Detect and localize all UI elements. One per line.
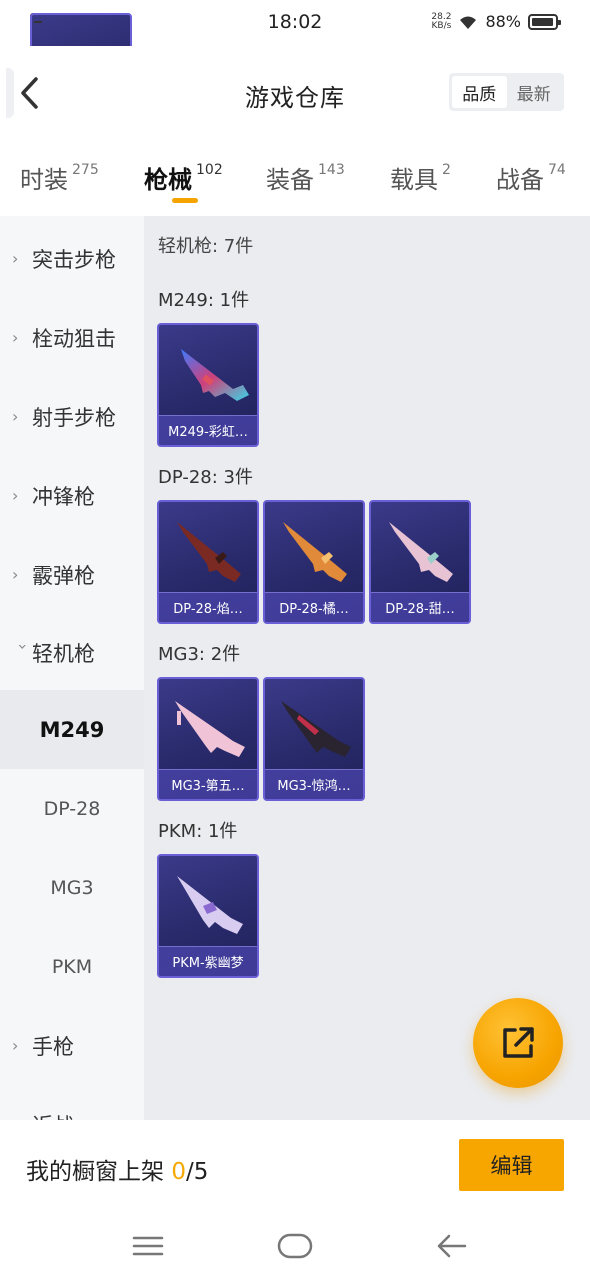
tab-count: 143 xyxy=(318,162,345,178)
tab-count: 275 xyxy=(72,162,99,178)
sidebar-item-pistol[interactable]: › 手枪 xyxy=(0,1006,144,1085)
group-title-m249: M249: 1件 xyxy=(158,290,250,311)
sidebar-item-bolt-sniper[interactable]: › 栓动狙击 xyxy=(0,298,144,377)
home-button[interactable] xyxy=(275,1230,315,1262)
sidebar-item-label: 近战 xyxy=(32,1110,74,1121)
tab-label: 载具 xyxy=(390,166,438,194)
tab-count: 74 xyxy=(548,162,566,178)
battery-icon xyxy=(528,13,561,30)
skin-card-label: PKM-紫幽梦 xyxy=(159,946,257,976)
group-title-pkm: PKM: 1件 xyxy=(158,821,238,842)
skin-card-label: M249-彩虹… xyxy=(159,415,257,445)
tab-equipment[interactable]: 装备 143 xyxy=(266,160,345,195)
status-bar: 18:02 28.2 KB/s 88% xyxy=(0,0,590,137)
skin-card[interactable]: DP-28-焰… xyxy=(157,500,259,624)
showcase-count: 0 xyxy=(171,1159,186,1185)
skin-card[interactable]: M249-彩虹… xyxy=(157,323,259,447)
showcase-total: /5 xyxy=(185,1159,209,1185)
chevron-right-icon: › xyxy=(12,328,19,347)
share-button[interactable] xyxy=(473,998,563,1088)
wifi-icon xyxy=(458,14,478,30)
sidebar-subitem-mg3[interactable]: MG3 xyxy=(0,848,144,927)
showcase-status: 我的橱窗上架 0/5 xyxy=(26,1152,208,1186)
menu-icon xyxy=(132,1236,164,1256)
pkm-skin-image xyxy=(177,876,243,934)
back-icon xyxy=(437,1234,467,1258)
share-external-icon xyxy=(503,1027,534,1058)
menu-button[interactable] xyxy=(128,1230,168,1262)
sort-toggle: 品质 最新 xyxy=(449,73,564,111)
system-navigation-bar xyxy=(0,1212,590,1280)
sidebar-subitem-m249[interactable]: M249 xyxy=(0,690,144,769)
tab-label: 时装 xyxy=(20,166,68,194)
chevron-down-icon: › xyxy=(13,643,33,650)
dp28-skin-image xyxy=(283,522,347,582)
battery-percent: 88% xyxy=(485,12,521,31)
sidebar-item-label: 栓动狙击 xyxy=(32,326,116,351)
tab-label: 战备 xyxy=(496,166,544,194)
sidebar-item-smg[interactable]: › 冲锋枪 xyxy=(0,456,144,535)
group-title-dp28: DP-28: 3件 xyxy=(158,467,253,488)
sort-quality-option[interactable]: 品质 xyxy=(452,76,507,108)
weapon-list: 轻机枪: 7件 M249: 1件 M249-彩虹… DP-28: 3件 DP-2… xyxy=(144,216,590,1120)
home-icon xyxy=(277,1233,313,1259)
sidebar-item-label: 轻机枪 xyxy=(32,641,95,666)
sidebar-subitem-pkm[interactable]: PKM xyxy=(0,927,144,1006)
skin-card-label: DP-28-焰… xyxy=(159,592,257,622)
skin-card[interactable]: MG3-惊鸿… xyxy=(263,677,365,801)
sort-newest-option[interactable]: 最新 xyxy=(507,76,562,108)
mg3-skin-image xyxy=(175,701,245,757)
showcase-bar: 我的橱窗上架 0/5 编辑 xyxy=(0,1120,590,1212)
tab-fashion[interactable]: 时装 275 xyxy=(20,160,99,195)
chevron-right-icon: › xyxy=(12,1036,19,1055)
skin-card-label: MG3-第五… xyxy=(159,769,257,799)
sidebar-item-marksman-rifle[interactable]: › 射手步枪 xyxy=(0,377,144,456)
category-tabs: 时装 275 枪械 102 装备 143 载具 2 战备 74 xyxy=(0,142,590,216)
net-speed: 28.2 KB/s xyxy=(431,12,452,31)
sidebar-item-label: 霰弹枪 xyxy=(32,563,95,588)
status-icons-right: 28.2 KB/s 88% xyxy=(431,12,561,31)
mg3-skin-image xyxy=(281,701,351,757)
page-header: 游戏仓库 品质 最新 xyxy=(0,46,590,142)
sidebar-item-label: 突击步枪 xyxy=(32,247,116,272)
tab-label: 装备 xyxy=(266,166,314,194)
showcase-label: 我的橱窗上架 xyxy=(26,1159,172,1185)
skin-card-label: DP-28-橘… xyxy=(265,592,363,622)
section-summary: 轻机枪: 7件 xyxy=(158,236,254,257)
skin-card-label: MG3-惊鸿… xyxy=(265,769,363,799)
dp28-skin-image xyxy=(177,522,241,582)
net-speed-unit: KB/s xyxy=(431,20,452,31)
dp28-skin-image xyxy=(389,522,453,582)
chevron-right-icon: › xyxy=(12,407,19,426)
chevron-right-icon: › xyxy=(12,565,19,584)
tab-vehicles[interactable]: 载具 2 xyxy=(390,160,451,195)
edit-button[interactable]: 编辑 xyxy=(459,1139,564,1191)
tab-count: 102 xyxy=(196,162,223,178)
sidebar-subitem-dp28[interactable]: DP-28 xyxy=(0,769,144,848)
sidebar-item-shotgun[interactable]: › 霰弹枪 xyxy=(0,535,144,614)
sidebar-item-assault-rifle[interactable]: › 突击步枪 xyxy=(0,219,144,298)
tab-firearms[interactable]: 枪械 102 xyxy=(144,160,223,195)
sidebar-item-label: 手枪 xyxy=(32,1034,74,1059)
system-back-button[interactable] xyxy=(431,1230,471,1262)
tab-count: 2 xyxy=(442,162,451,178)
sidebar-item-label: 射手步枪 xyxy=(32,405,116,430)
chevron-right-icon: › xyxy=(12,486,19,505)
weapon-category-sidebar: › 突击步枪 › 栓动狙击 › 射手步枪 › 冲锋枪 › 霰弹枪 › 轻机枪 M… xyxy=(0,216,144,1120)
active-tab-indicator xyxy=(172,198,198,203)
m249-skin-image xyxy=(181,349,249,401)
sidebar-item-label: 冲锋枪 xyxy=(32,484,95,509)
skin-card[interactable]: PKM-紫幽梦 xyxy=(157,854,259,978)
skin-card[interactable]: DP-28-橘… xyxy=(263,500,365,624)
skin-card[interactable]: MG3-第五… xyxy=(157,677,259,801)
skin-card-label: DP-28-甜… xyxy=(371,592,469,622)
tab-combat-gear[interactable]: 战备 74 xyxy=(496,160,566,195)
sidebar-item-lmg[interactable]: › 轻机枪 xyxy=(0,613,144,692)
chevron-right-icon: › xyxy=(12,249,19,268)
sidebar-item-melee[interactable]: › 近战 xyxy=(0,1085,144,1121)
tab-label: 枪械 xyxy=(144,166,192,194)
skin-card[interactable]: DP-28-甜… xyxy=(369,500,471,624)
group-title-mg3: MG3: 2件 xyxy=(158,644,241,665)
